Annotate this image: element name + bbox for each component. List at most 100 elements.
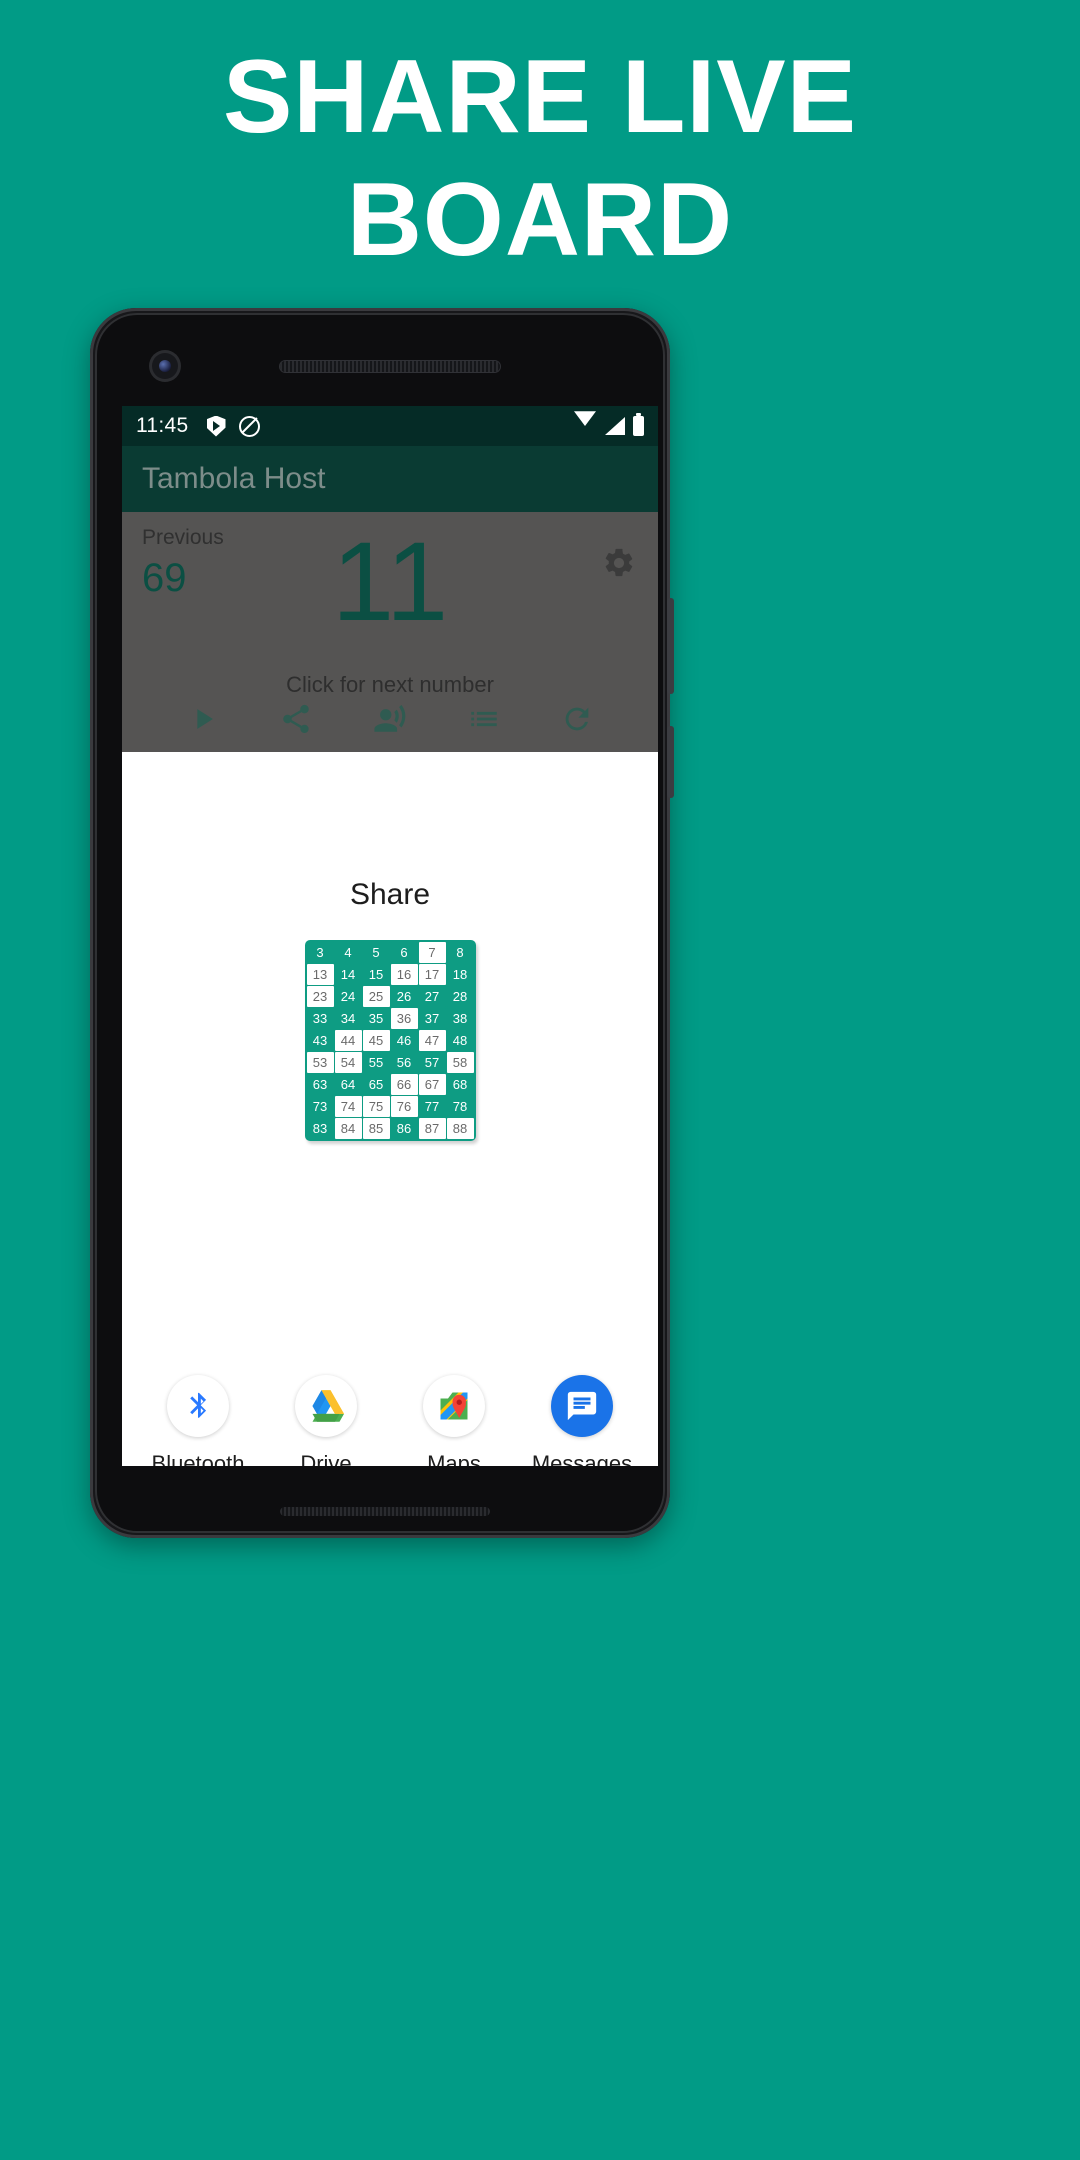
board-cell: 24 (334, 986, 362, 1007)
shield-play-icon (206, 415, 226, 437)
messages-icon (551, 1375, 613, 1437)
board-cell: 56 (390, 1052, 418, 1073)
share-preview[interactable]: 3 4 5 6 7 8 13 14 15 16 17 18 23 24 25 26 27 28 33 34 35 36 37… (122, 940, 658, 1141)
board-cell: 44 (334, 1030, 362, 1051)
phone-mockup: 11:45 Tambola Host Previous 69 11 Click (90, 308, 674, 1538)
board-cell: 16 (390, 964, 418, 985)
board-cell: 57 (418, 1052, 446, 1073)
share-target-drive[interactable]: Drive Save to Drive (270, 1375, 382, 1466)
board-cell: 33 (306, 1008, 334, 1029)
number-panel-toolbar (122, 702, 658, 736)
share-target-label: Drive (300, 1451, 352, 1466)
board-cell: 18 (446, 964, 474, 985)
board-cell: 7 (418, 942, 446, 963)
board-cell: 85 (362, 1118, 390, 1139)
do-not-disturb-icon (238, 415, 260, 437)
board-cell: 8 (446, 942, 474, 963)
share-sheet-empty-area (122, 1169, 658, 1339)
earpiece-speaker (280, 361, 500, 372)
google-drive-icon (295, 1375, 357, 1437)
board-cell: 83 (306, 1118, 334, 1139)
headline-line-2: BOARD (346, 161, 734, 278)
status-bar: 11:45 (122, 406, 658, 446)
board-cell: 66 (390, 1074, 418, 1095)
board-cell: 74 (334, 1096, 362, 1117)
cell-signal-icon (605, 417, 625, 435)
refresh-icon[interactable] (560, 702, 594, 736)
current-number[interactable]: 11 (122, 526, 658, 638)
board-cell: 4 (334, 942, 362, 963)
board-cell: 47 (418, 1030, 446, 1051)
board-cell: 46 (390, 1030, 418, 1051)
share-target-bluetooth[interactable]: Bluetooth (142, 1375, 254, 1466)
headline-line-1: SHARE LIVE (222, 39, 858, 155)
board-cell: 77 (418, 1096, 446, 1117)
share-target-label: Bluetooth (151, 1451, 245, 1466)
gear-icon[interactable] (602, 546, 636, 580)
page-title: SHARE LIVE BOARD (0, 36, 1080, 281)
board-cell: 53 (306, 1052, 334, 1073)
list-icon[interactable] (467, 702, 501, 736)
bottom-speaker (280, 1507, 490, 1516)
board-cell: 58 (446, 1052, 474, 1073)
phone-screen: 11:45 Tambola Host Previous 69 11 Click (122, 406, 658, 1466)
app-title: Tambola Host (142, 462, 326, 495)
board-cell: 34 (334, 1008, 362, 1029)
board-cell: 63 (306, 1074, 334, 1095)
board-cell: 75 (362, 1096, 390, 1117)
board-cell: 13 (306, 964, 334, 985)
board-cell: 86 (390, 1118, 418, 1139)
board-cell: 38 (446, 1008, 474, 1029)
board-cell: 45 (362, 1030, 390, 1051)
board-cell: 3 (306, 942, 334, 963)
app-bar: Tambola Host (122, 446, 658, 512)
volume-button[interactable] (667, 726, 674, 798)
share-icon[interactable] (279, 702, 313, 736)
board-cell: 55 (362, 1052, 390, 1073)
google-maps-icon (423, 1375, 485, 1437)
board-cell: 67 (418, 1074, 446, 1095)
number-panel[interactable]: Previous 69 11 Click for next number (122, 512, 658, 752)
board-cell: 73 (306, 1096, 334, 1117)
share-target-messages[interactable]: Messages (526, 1375, 638, 1466)
board-cell: 26 (390, 986, 418, 1007)
board-cell: 17 (418, 964, 446, 985)
board-cell: 23 (306, 986, 334, 1007)
tambola-board-preview: 3 4 5 6 7 8 13 14 15 16 17 18 23 24 25 26 27 28 33 34 35 36 37… (304, 940, 476, 1141)
share-target-label: Messages (531, 1451, 633, 1466)
share-target-maps[interactable]: Maps Add to Maps (398, 1375, 510, 1466)
board-cell: 25 (362, 986, 390, 1007)
board-cell: 78 (446, 1096, 474, 1117)
board-cell: 68 (446, 1074, 474, 1095)
board-cell: 35 (362, 1008, 390, 1029)
board-cell: 37 (418, 1008, 446, 1029)
front-camera-icon (152, 353, 178, 379)
status-time: 11:45 (136, 414, 189, 437)
board-cell: 76 (390, 1096, 418, 1117)
board-cell: 48 (446, 1030, 474, 1051)
share-sheet: Share 3 4 5 6 7 8 13 14 15 16 17 18 23 24 25 26 27 28 33 34… (122, 846, 658, 1466)
next-number-hint: Click for next number (286, 672, 494, 697)
board-cell: 28 (446, 986, 474, 1007)
board-cell: 54 (334, 1052, 362, 1073)
board-cell: 87 (418, 1118, 446, 1139)
board-cell: 43 (306, 1030, 334, 1051)
board-cell: 84 (334, 1118, 362, 1139)
board-cell: 5 (362, 942, 390, 963)
board-cell: 27 (418, 986, 446, 1007)
board-cell: 64 (334, 1074, 362, 1095)
board-cell: 6 (390, 942, 418, 963)
battery-icon (633, 413, 644, 436)
board-cell: 14 (334, 964, 362, 985)
board-cell: 88 (446, 1118, 474, 1139)
record-voice-over-icon[interactable] (373, 702, 407, 736)
board-cell: 65 (362, 1074, 390, 1095)
share-targets: Bluetooth Drive Maps Messages (122, 1339, 658, 1466)
share-sheet-title: Share (349, 878, 431, 911)
play-icon[interactable] (186, 702, 220, 736)
power-button[interactable] (667, 598, 674, 694)
share-target-label: Maps (427, 1451, 481, 1466)
board-cell: 15 (362, 964, 390, 985)
bluetooth-icon (167, 1375, 229, 1437)
board-cell: 36 (390, 1008, 418, 1029)
